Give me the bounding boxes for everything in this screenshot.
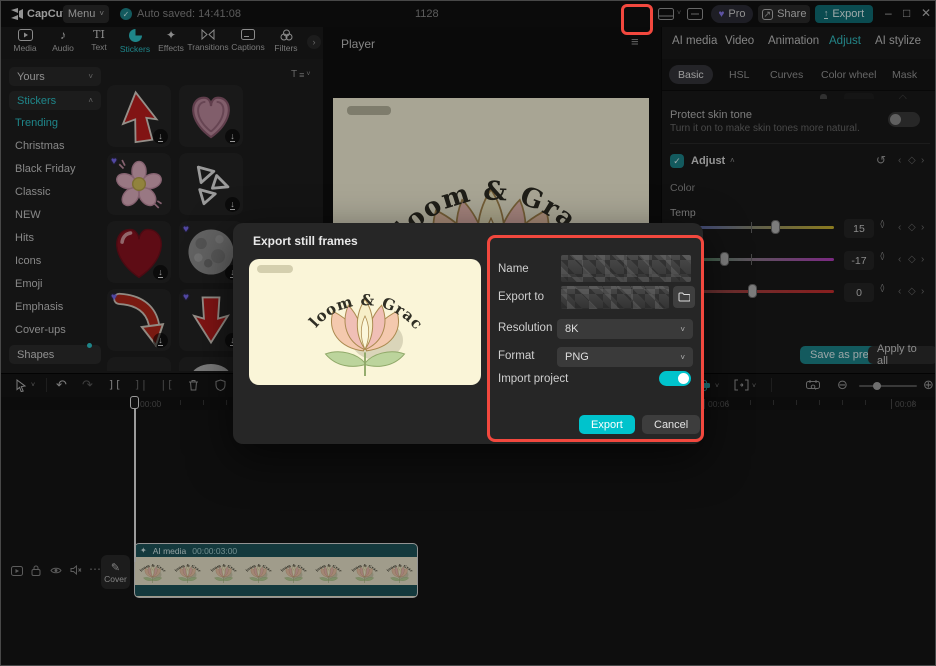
capcut-window: CapCut Menu ˅ ✓ Auto saved: 14:41:08 112… [0,0,936,666]
annotation-box-dialog-form [487,235,704,442]
preview-artwork [289,261,441,383]
ai-watermark [257,265,293,273]
dialog-preview [249,259,481,385]
dialog-title: Export still frames [253,234,358,248]
annotation-box-toolbar [621,4,653,35]
